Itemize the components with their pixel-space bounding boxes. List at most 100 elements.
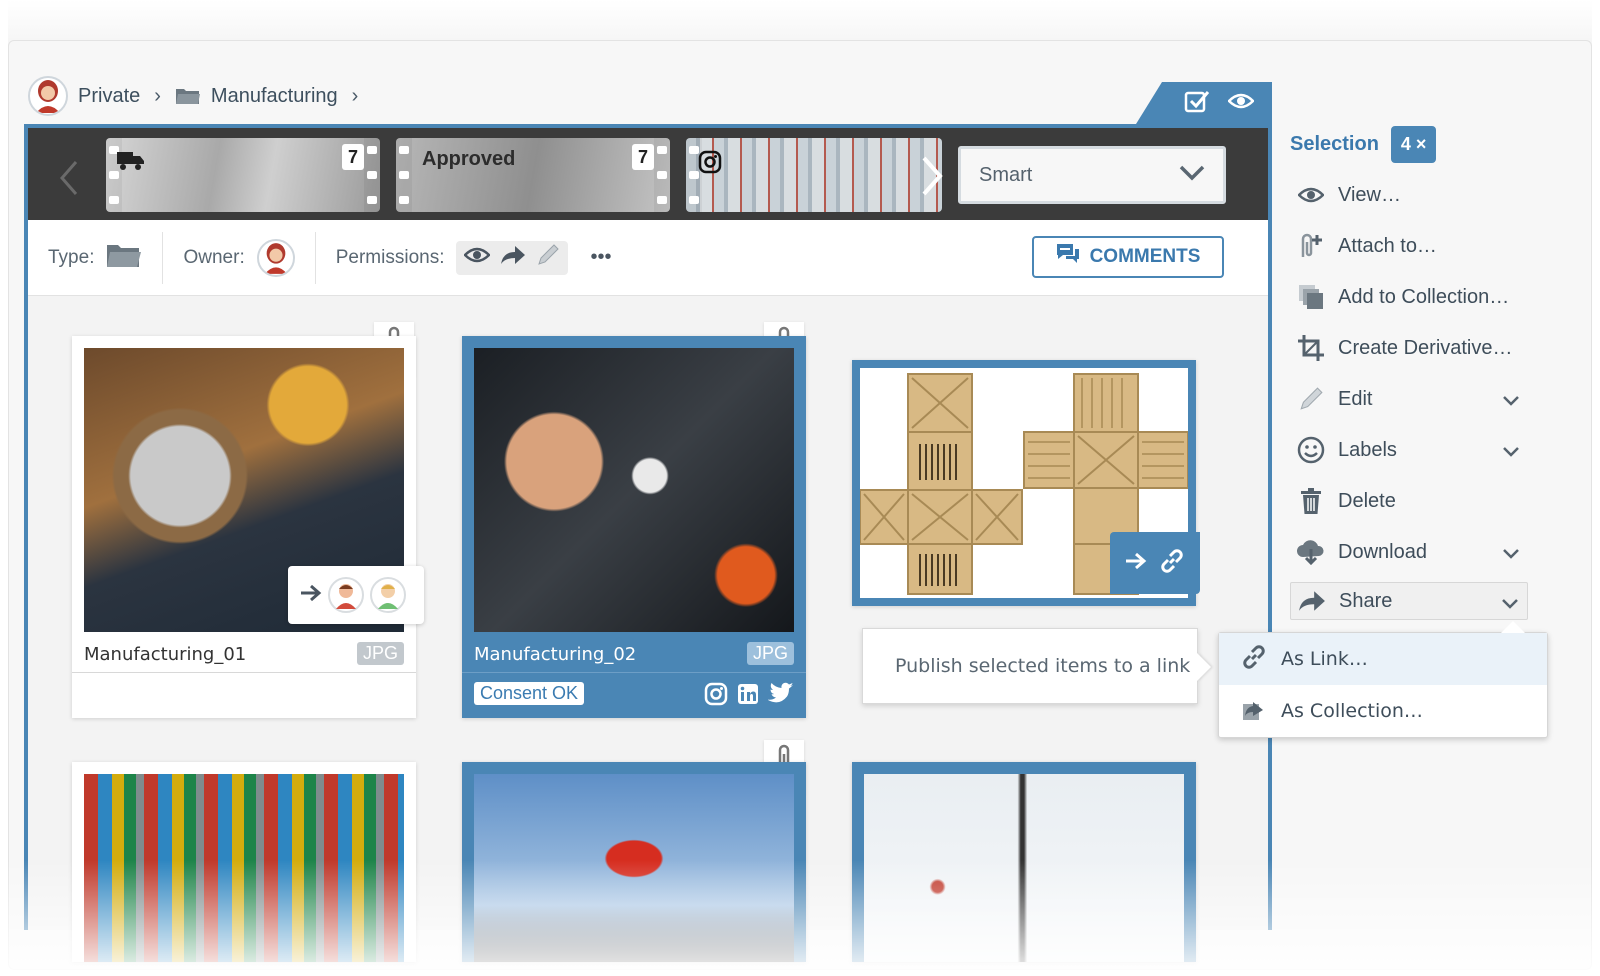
smart-filter-select[interactable]: Smart [958,146,1226,204]
share-tooltip: Publish selected items to a link [862,628,1198,704]
filmstrip-frame[interactable] [686,138,942,212]
share-as-collection-label: As Collection… [1281,700,1423,722]
collection-icon [1296,282,1326,312]
instagram-icon [704,682,728,706]
comments-button[interactable]: COMMENTS [1032,236,1224,278]
trash-icon [1296,486,1326,516]
action-label: Share [1339,589,1393,612]
format-badge: JPG [356,642,404,665]
film-label: Approved [422,148,516,170]
chevron-right-icon[interactable]: › [352,85,359,108]
share-icon [1297,586,1327,616]
action-add-to-collection[interactable]: Add to Collection… [1290,278,1528,316]
instagram-icon [698,150,722,179]
smart-select-value: Smart [979,163,1033,186]
eye-icon [463,246,492,270]
action-create-derivative[interactable]: Create Derivative… [1290,329,1528,367]
film-count: 7 [632,144,654,170]
action-attach[interactable]: Attach to… [1290,227,1528,265]
folder-icon [106,241,142,275]
asset-card-selected[interactable] [852,360,1200,606]
action-label: Edit [1338,387,1373,410]
filmstrip-next-button[interactable] [914,154,950,198]
share-as-collection[interactable]: As Collection… [1219,685,1547,737]
format-badge: JPG [746,642,794,665]
action-share[interactable]: Share [1290,582,1528,620]
eye-icon [1296,180,1326,210]
action-labels[interactable]: Labels [1290,431,1528,469]
user-avatar [328,577,364,613]
type-segment: Type: [28,231,164,284]
selection-header: Selection 4 × [1290,124,1550,164]
divider [72,672,416,673]
more-options-button[interactable]: ••• [590,246,611,269]
info-bar: Type: Owner: Permissions: ••• COMMENTS [28,220,1268,296]
linkedin-icon [738,684,758,704]
action-label: Attach to… [1338,234,1437,257]
share-arrow-icon [500,245,526,271]
selection-panel: Selection 4 × View… Attach to… Add to Co… [1290,124,1550,620]
asset-title: Manufacturing_02 [474,644,637,665]
link-icon [1241,644,1267,675]
selection-count-badge[interactable]: 4 × [1390,125,1437,163]
action-delete[interactable]: Delete [1290,482,1528,520]
shared-link-chip[interactable] [1110,532,1200,594]
crop-icon [1296,333,1326,363]
filmstrip-frame[interactable]: Approved 7 [396,138,670,212]
asset-title: Manufacturing_01 [84,644,247,665]
breadcrumb-manufacturing[interactable]: Manufacturing [211,85,338,108]
shared-with-chip[interactable] [288,566,424,624]
action-download[interactable]: Download [1290,533,1528,571]
asset-card[interactable]: Manufacturing_01 JPG [72,336,424,718]
asset-thumbnail [474,774,794,962]
smiley-icon [1296,435,1326,465]
share-collection-icon [1241,696,1267,727]
filmstrip-prev-button[interactable] [54,158,84,198]
permissions-label: Permissions: [335,246,445,268]
asset-card-selected[interactable] [462,762,806,962]
asset-thumbnail [864,774,1184,962]
pencil-icon [536,243,560,273]
user-avatar[interactable] [28,76,68,116]
social-icons [704,682,794,706]
cloud-download-icon [1296,537,1326,567]
arrow-right-icon [1125,552,1147,575]
owner-avatar[interactable] [256,238,295,277]
twitter-icon [768,682,793,703]
action-label: Add to Collection… [1338,285,1510,308]
comments-icon [1056,243,1080,271]
owner-label: Owner: [183,246,245,268]
eye-icon[interactable] [1227,92,1255,115]
asset-card[interactable] [72,762,416,962]
chevron-down-icon [1179,164,1205,187]
film-holes [364,138,380,212]
consent-badge: Consent OK [474,682,585,705]
asset-card-selected[interactable] [852,762,1196,962]
share-dropdown-menu: As Link… As Collection… [1218,621,1548,738]
breadcrumb-private[interactable]: Private [78,85,140,108]
divider [462,672,806,673]
comments-label: COMMENTS [1089,246,1201,267]
action-label: Delete [1338,489,1396,512]
arrow-right-icon [300,584,322,607]
permissions-icons[interactable] [456,240,569,275]
asset-card-selected[interactable]: Manufacturing_02 JPG Consent OK [462,336,806,718]
filmstrip-frame[interactable]: 7 [106,138,380,212]
action-view[interactable]: View… [1290,176,1528,214]
action-edit[interactable]: Edit [1290,380,1528,418]
owner-segment: Owner: [163,231,316,284]
action-label: View… [1338,183,1401,206]
chevron-down-icon [1501,593,1519,616]
chevron-down-icon [1502,441,1520,464]
film-holes [396,138,412,212]
action-label: Download [1338,540,1427,563]
selection-label: Selection [1290,132,1379,155]
share-as-link[interactable]: As Link… [1219,633,1547,685]
asset-thumbnail [84,774,404,962]
asset-thumbnail [474,348,794,632]
share-as-link-label: As Link… [1281,648,1368,670]
checkbox-icon[interactable] [1184,89,1210,118]
type-label: Type: [48,246,95,268]
action-label: Create Derivative… [1338,336,1513,359]
user-avatar [370,577,406,613]
